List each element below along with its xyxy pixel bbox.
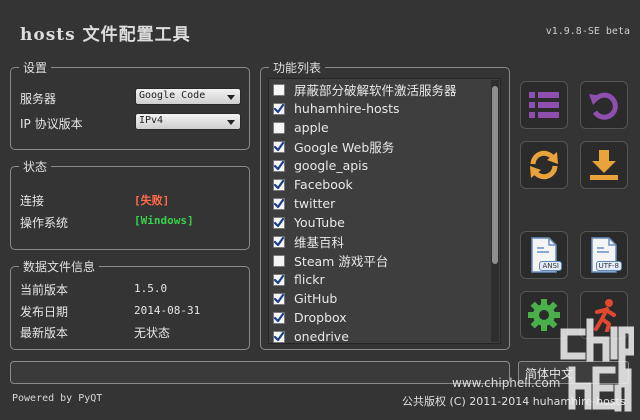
backup-button[interactable] <box>580 81 628 129</box>
chevron-down-icon <box>227 95 235 100</box>
export-ansi-button[interactable]: ANSI <box>520 231 568 279</box>
version-label: v1.9.8-SE beta <box>545 26 630 37</box>
function-checkbox[interactable] <box>273 254 285 267</box>
chevron-down-icon <box>227 120 235 125</box>
download-icon <box>590 150 618 180</box>
function-checkbox[interactable] <box>273 292 285 305</box>
function-list-item[interactable]: YouTube <box>273 213 491 232</box>
latest-version-value: 无状态 <box>134 326 171 340</box>
function-checkbox[interactable] <box>273 311 285 324</box>
watermark-text: www.chiphell.com <box>452 376 561 390</box>
function-checkbox[interactable] <box>273 273 285 286</box>
app-title: hosts 文件配置工具 <box>20 25 191 45</box>
undo-icon <box>589 92 618 120</box>
function-label: huhamhire-hosts <box>294 101 400 116</box>
function-label: 维基百科 <box>294 235 345 250</box>
function-label: 屏蔽部分破解软件激活服务器 <box>294 83 457 98</box>
function-checkbox[interactable] <box>273 140 285 153</box>
function-label: Google Web服务 <box>294 140 395 155</box>
function-label: onedrive <box>294 329 349 344</box>
function-list-button[interactable] <box>520 81 568 129</box>
ip-version-select[interactable]: IPv4 <box>135 113 241 130</box>
datafile-group-title: 数据文件信息 <box>19 258 100 275</box>
connection-status: [失败] <box>134 194 170 207</box>
server-select[interactable]: Google Code <box>135 88 241 105</box>
powered-by-label: Powered by PyQT <box>12 393 103 404</box>
server-label: 服务器 <box>20 92 57 106</box>
function-label: apple <box>294 120 329 135</box>
function-checkbox[interactable] <box>273 159 285 172</box>
function-checkbox[interactable] <box>273 178 285 191</box>
function-list[interactable]: 屏蔽部分破解软件激活服务器 huhamhire-hosts apple Google … <box>268 78 501 344</box>
function-checkbox[interactable] <box>273 330 285 343</box>
functions-group-title: 功能列表 <box>269 59 326 76</box>
function-label: twitter <box>294 196 336 211</box>
function-checkbox[interactable] <box>273 216 285 229</box>
ip-version-select-value: IPv4 <box>139 115 164 126</box>
function-list-item[interactable]: google_apis <box>273 156 491 175</box>
progress-bar <box>10 361 510 384</box>
datafile-group: 数据文件信息 当前版本 1.5.0 发布日期 2014-08-31 最新版本 无… <box>10 258 250 350</box>
current-version-value: 1.5.0 <box>134 282 168 295</box>
function-label: Steam 游戏平台 <box>294 254 389 269</box>
export-utf8-button[interactable]: UTF-8 <box>580 231 628 279</box>
status-group: 状态 连接 [失败] 操作系统 [Windows] <box>10 158 250 250</box>
function-list-item[interactable]: huhamhire-hosts <box>273 99 491 118</box>
function-list-item[interactable]: GitHub <box>273 289 491 308</box>
function-checkbox[interactable] <box>273 197 285 210</box>
function-list-item[interactable]: Facebook <box>273 175 491 194</box>
function-list-item[interactable]: Dropbox <box>273 308 491 327</box>
ip-version-label: IP 协议版本 <box>20 117 83 131</box>
gear-icon <box>528 299 560 331</box>
release-date-value: 2014-08-31 <box>134 304 201 317</box>
function-checkbox[interactable] <box>273 235 285 248</box>
current-version-label: 当前版本 <box>20 283 69 297</box>
function-list-item[interactable]: flickr <box>273 270 491 289</box>
release-date-label: 发布日期 <box>20 305 69 319</box>
function-label: Dropbox <box>294 310 347 325</box>
os-status: [Windows] <box>134 214 194 227</box>
server-select-value: Google Code <box>139 90 206 101</box>
function-list-item[interactable]: Google Web服务 <box>273 137 491 156</box>
function-list-item[interactable]: apple <box>273 118 491 137</box>
function-list-item[interactable]: 屏蔽部分破解软件激活服务器 <box>273 80 491 99</box>
os-label: 操作系统 <box>20 216 69 230</box>
function-label: GitHub <box>294 291 338 306</box>
list-scrollbar[interactable] <box>491 80 499 342</box>
download-button[interactable] <box>580 141 628 189</box>
function-checkbox[interactable] <box>273 83 285 96</box>
list-icon <box>529 92 559 118</box>
function-label: flickr <box>294 272 325 287</box>
function-checkbox[interactable] <box>273 102 285 115</box>
update-button[interactable] <box>520 141 568 189</box>
refresh-icon <box>530 150 558 180</box>
function-label: YouTube <box>294 215 345 230</box>
function-checkbox[interactable] <box>273 121 285 134</box>
settings-group-title: 设置 <box>19 59 52 76</box>
connection-label: 连接 <box>20 194 45 208</box>
function-list-item[interactable]: Steam 游戏平台 <box>273 251 491 270</box>
settings-group: 设置 服务器 Google Code IP 协议版本 IPv4 <box>10 59 250 150</box>
utf8-tag: UTF-8 <box>595 261 622 271</box>
function-list-item[interactable]: onedrive <box>273 327 491 344</box>
function-list-item[interactable]: 维基百科 <box>273 232 491 251</box>
chiphell-watermark-logo <box>560 318 634 412</box>
latest-version-label: 最新版本 <box>20 326 69 340</box>
list-scroll-handle[interactable] <box>492 86 498 264</box>
status-group-title: 状态 <box>19 158 52 175</box>
function-label: google_apis <box>294 158 369 173</box>
function-label: Facebook <box>294 177 353 192</box>
function-list-item[interactable]: twitter <box>273 194 491 213</box>
ansi-tag: ANSI <box>539 261 562 271</box>
